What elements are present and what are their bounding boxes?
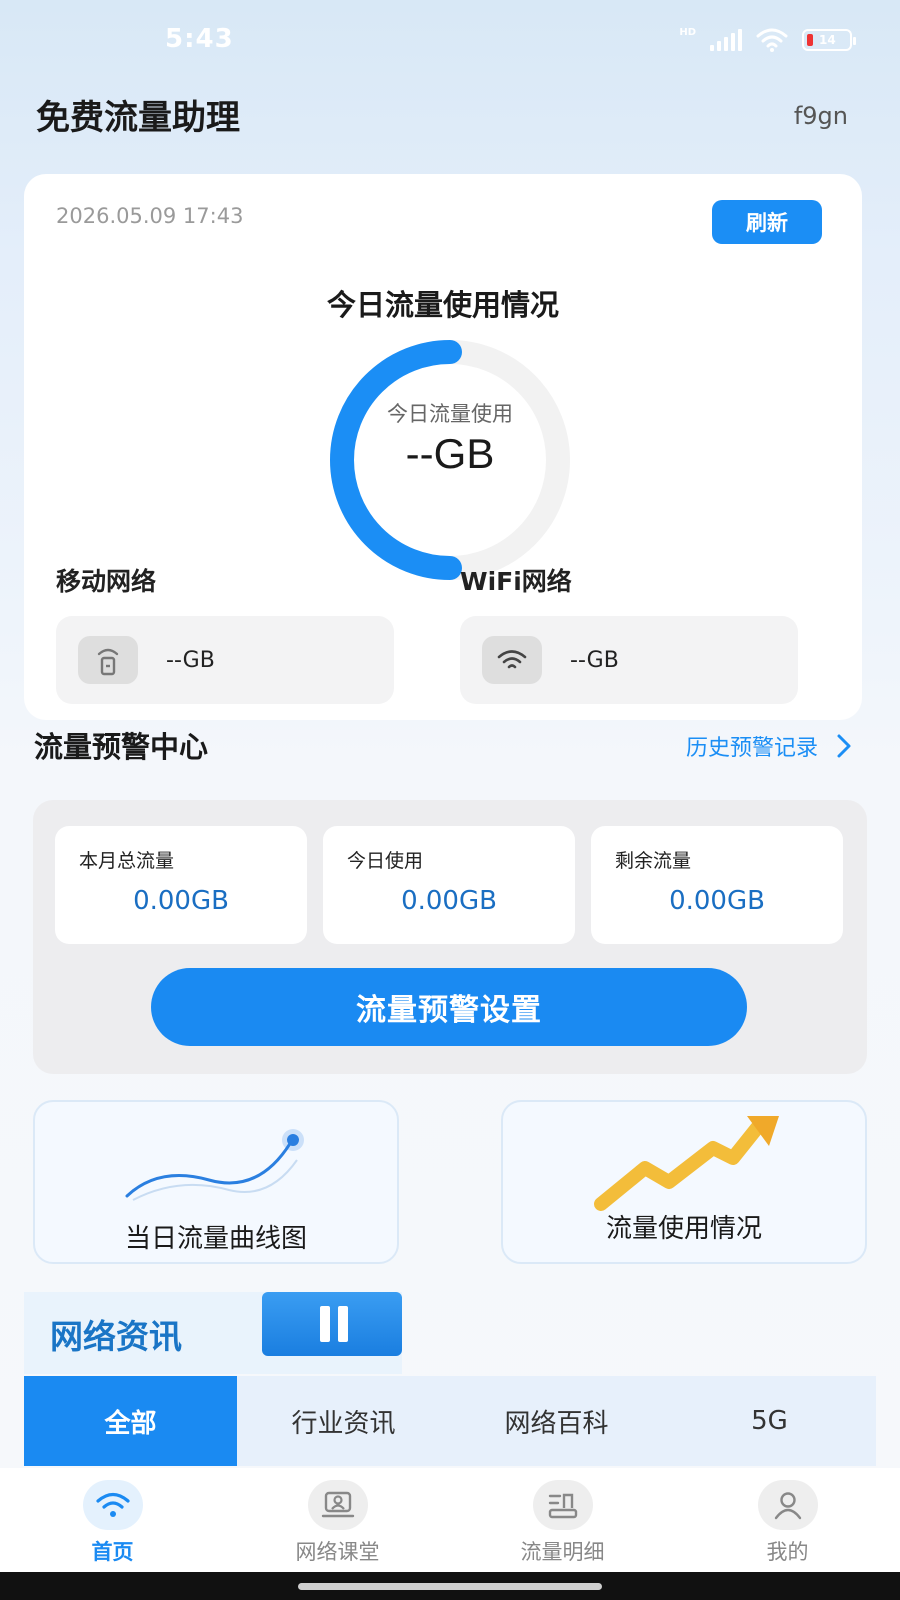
status-bar: 5:43 HD 14 — [0, 0, 900, 80]
news-header: 网络资讯 — [24, 1292, 402, 1374]
nav-label: 我的 — [766, 1540, 809, 1564]
system-home-bar — [0, 1572, 900, 1600]
feature-title: 流量使用情况 — [605, 1214, 762, 1244]
signal-icon — [710, 29, 742, 51]
battery-icon: 14 — [802, 29, 856, 51]
date-timestamp: 2026.05.09 17:43 — [56, 204, 244, 228]
nav-label: 网络课堂 — [295, 1540, 380, 1564]
mobile-network-label: 移动网络 — [56, 567, 157, 596]
wifi-network-value: --GB — [570, 647, 619, 673]
stat-label: 剩余流量 — [615, 850, 692, 872]
wifi-network-box: --GB — [460, 616, 798, 704]
tab-network-wiki[interactable]: 网络百科 — [450, 1376, 663, 1466]
mobile-network-icon — [78, 636, 138, 684]
curve-chart-icon — [125, 1129, 304, 1201]
news-tabs: 全部 行业资讯 网络百科 5G — [24, 1376, 876, 1466]
refresh-button[interactable]: 刷新 — [712, 200, 822, 244]
rising-arrow-icon — [594, 1116, 779, 1211]
gauge-value: --GB — [405, 430, 495, 477]
gauge-label: 今日流量使用 — [387, 402, 513, 426]
wifi-network-label: WiFi网络 — [460, 567, 572, 596]
app-title: 免费流量助理 — [36, 98, 240, 138]
user-id: f9gn — [793, 102, 848, 130]
tab-5g[interactable]: 5G — [663, 1376, 876, 1466]
stat-label: 本月总流量 — [79, 850, 175, 872]
wifi-box-icon — [482, 636, 542, 684]
nav-mine[interactable]: 我的 — [675, 1468, 900, 1572]
stat-month-total: 本月总流量 0.00GB — [55, 826, 307, 944]
history-warning-link[interactable]: 历史预警记录 — [686, 730, 852, 762]
wifi-home-icon — [82, 1480, 143, 1530]
bottom-nav: 首页 网络课堂 流量明细 我的 — [0, 1468, 900, 1572]
stat-today-used: 今日使用 0.00GB — [323, 826, 575, 944]
warning-card: 本月总流量 0.00GB 今日使用 0.00GB 剩余流量 0.00GB 流量预… — [33, 800, 867, 1074]
nav-home[interactable]: 首页 — [0, 1468, 225, 1572]
mobile-network-box: --GB — [56, 616, 394, 704]
detail-icon — [532, 1480, 593, 1530]
tab-industry-news[interactable]: 行业资讯 — [237, 1376, 450, 1466]
history-warning-label: 历史预警记录 — [685, 736, 818, 761]
stat-label: 今日使用 — [347, 850, 424, 872]
wifi-icon — [756, 28, 788, 52]
usage-title: 今日流量使用情况 — [326, 288, 559, 322]
classroom-icon — [307, 1480, 368, 1530]
warning-settings-button[interactable]: 流量预警设置 — [151, 968, 747, 1046]
stat-value: 0.00GB — [669, 886, 765, 916]
feature-usage-status[interactable]: 流量使用情况 — [501, 1100, 867, 1264]
news-title: 网络资讯 — [50, 1317, 182, 1356]
battery-level: 14 — [819, 33, 836, 47]
status-time: 5:43 — [165, 24, 234, 54]
stat-value: 0.00GB — [401, 886, 497, 916]
home-indicator[interactable] — [298, 1583, 602, 1590]
nav-classroom[interactable]: 网络课堂 — [225, 1468, 450, 1572]
usage-card: 2026.05.09 17:43 刷新 今日流量使用情况 今日流量使用 --GB… — [24, 174, 862, 720]
feature-title: 当日流量曲线图 — [124, 1224, 307, 1254]
chevron-right-icon — [837, 734, 851, 758]
feature-daily-curve[interactable]: 当日流量曲线图 — [33, 1100, 399, 1264]
news-decoration-icon — [262, 1292, 402, 1356]
nav-usage-detail[interactable]: 流量明细 — [450, 1468, 675, 1572]
user-icon — [757, 1480, 818, 1530]
nav-label: 流量明细 — [520, 1540, 605, 1564]
network-type: HD — [679, 26, 696, 38]
status-icons: HD 14 — [679, 26, 856, 52]
mobile-network-value: --GB — [166, 647, 215, 673]
usage-gauge: 今日流量使用 --GB — [328, 338, 572, 582]
nav-label: 首页 — [91, 1540, 134, 1564]
tab-all[interactable]: 全部 — [24, 1376, 237, 1466]
warning-center-title: 流量预警中心 — [34, 730, 209, 764]
stat-remaining: 剩余流量 0.00GB — [591, 826, 843, 944]
stat-value: 0.00GB — [133, 886, 229, 916]
